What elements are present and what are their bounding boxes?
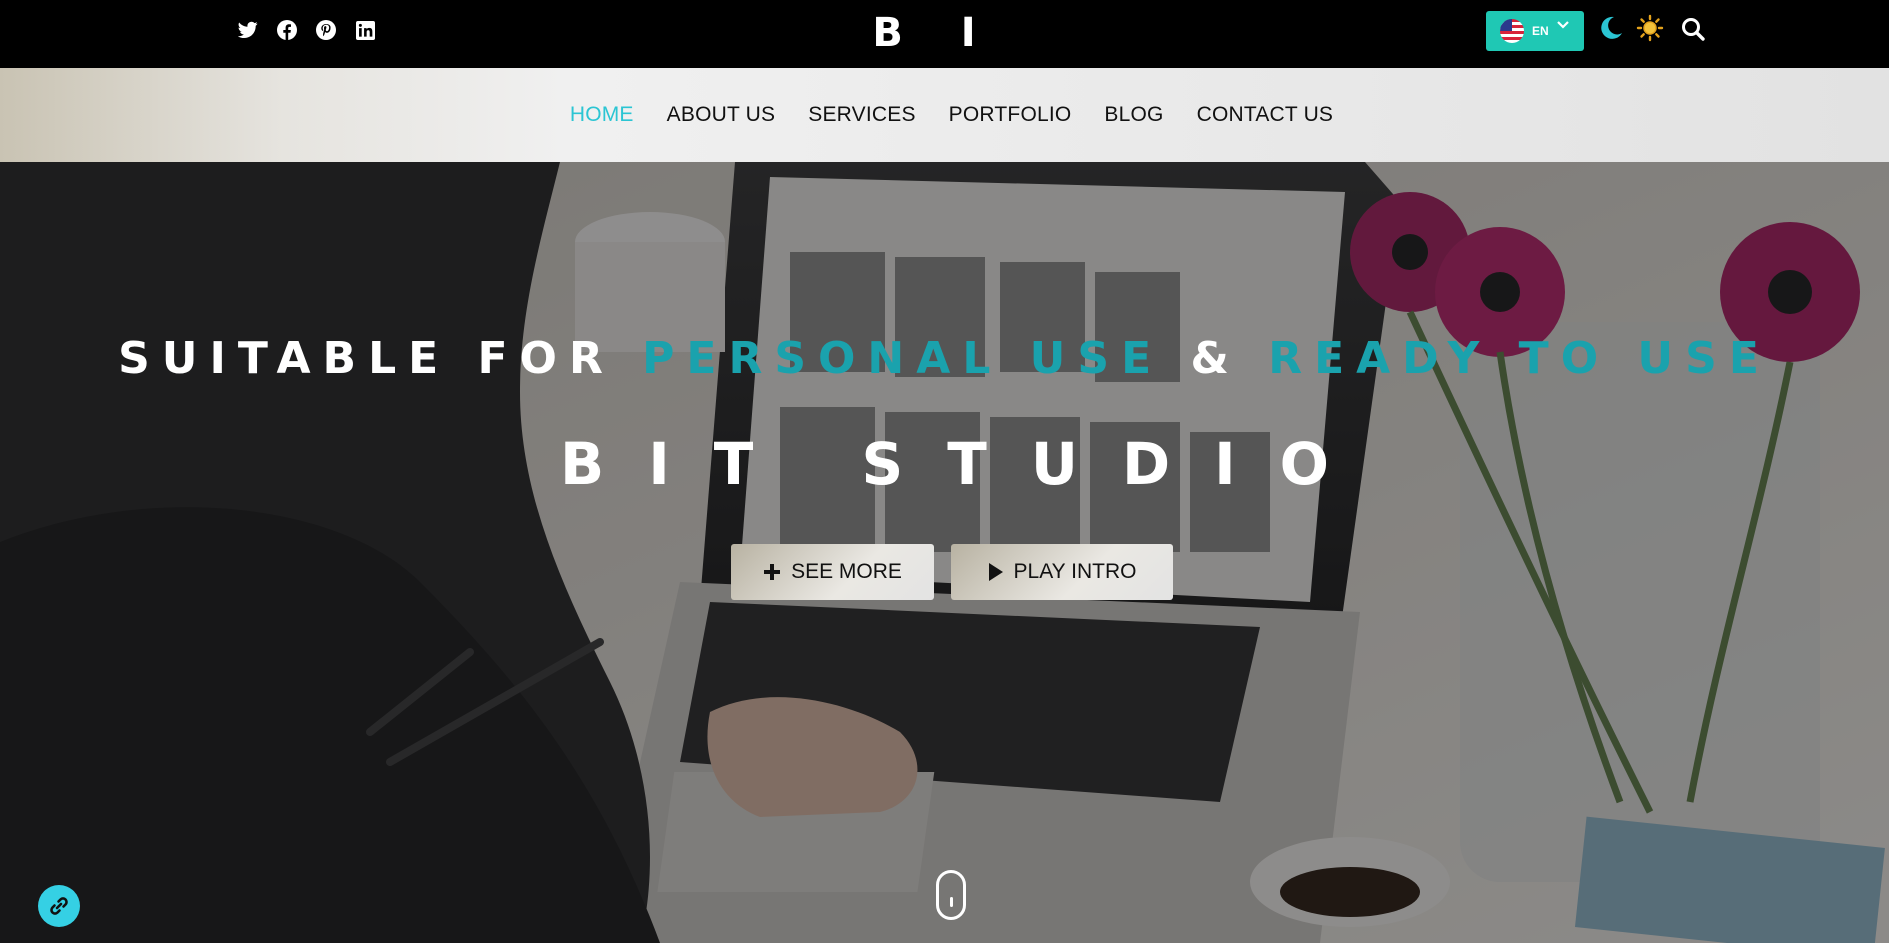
link-button[interactable]: [38, 885, 80, 927]
play-intro-label: PLAY INTRO: [1013, 560, 1137, 583]
main-nav: HOME ABOUT US SERVICES PORTFOLIO BLOG CO…: [0, 68, 1889, 162]
nav-portfolio[interactable]: PORTFOLIO: [949, 103, 1072, 127]
see-more-label: SEE MORE: [791, 560, 902, 583]
language-selector[interactable]: EN: [1486, 11, 1584, 51]
moon-icon[interactable]: [1597, 14, 1625, 42]
headline-accent-2: READY TO USE: [1268, 333, 1771, 384]
mouse-wheel: [950, 897, 953, 907]
search-icon[interactable]: [1680, 16, 1706, 42]
pinterest-icon[interactable]: [314, 18, 338, 42]
headline-accent-1: PERSONAL USE: [642, 333, 1164, 384]
linkedin-icon[interactable]: [353, 18, 377, 42]
plus-icon: [764, 564, 781, 580]
scroll-down-mouse-icon[interactable]: [936, 870, 966, 920]
hero-title: BIT STUDIO: [559, 430, 1373, 498]
twitter-icon[interactable]: [236, 18, 260, 42]
nav-about-us[interactable]: ABOUT US: [667, 103, 776, 127]
link-icon: [50, 897, 68, 915]
hero-headline: SUITABLE FOR PERSONAL USE & READY TO USE: [0, 333, 1889, 384]
play-intro-button[interactable]: PLAY INTRO: [951, 544, 1173, 600]
facebook-icon[interactable]: [275, 18, 299, 42]
top-bar: B I T EN: [0, 0, 1889, 110]
language-code: EN: [1532, 24, 1549, 38]
hero-overlay: [0, 162, 1889, 943]
sun-icon[interactable]: [1636, 14, 1664, 42]
chevron-down-icon: [1556, 21, 1569, 29]
headline-ampersand: &: [1190, 333, 1241, 384]
us-flag-icon: [1500, 19, 1524, 43]
headline-part-1: SUITABLE FOR: [118, 333, 615, 384]
social-links: [236, 18, 377, 42]
play-icon: [988, 563, 1003, 581]
see-more-button[interactable]: SEE MORE: [731, 544, 934, 600]
nav-services[interactable]: SERVICES: [808, 103, 915, 127]
nav-home[interactable]: HOME: [570, 103, 634, 127]
hero-section: SUITABLE FOR PERSONAL USE & READY TO USE…: [0, 162, 1889, 943]
nav-blog[interactable]: BLOG: [1104, 103, 1163, 127]
nav-contact-us[interactable]: CONTACT US: [1197, 103, 1334, 127]
